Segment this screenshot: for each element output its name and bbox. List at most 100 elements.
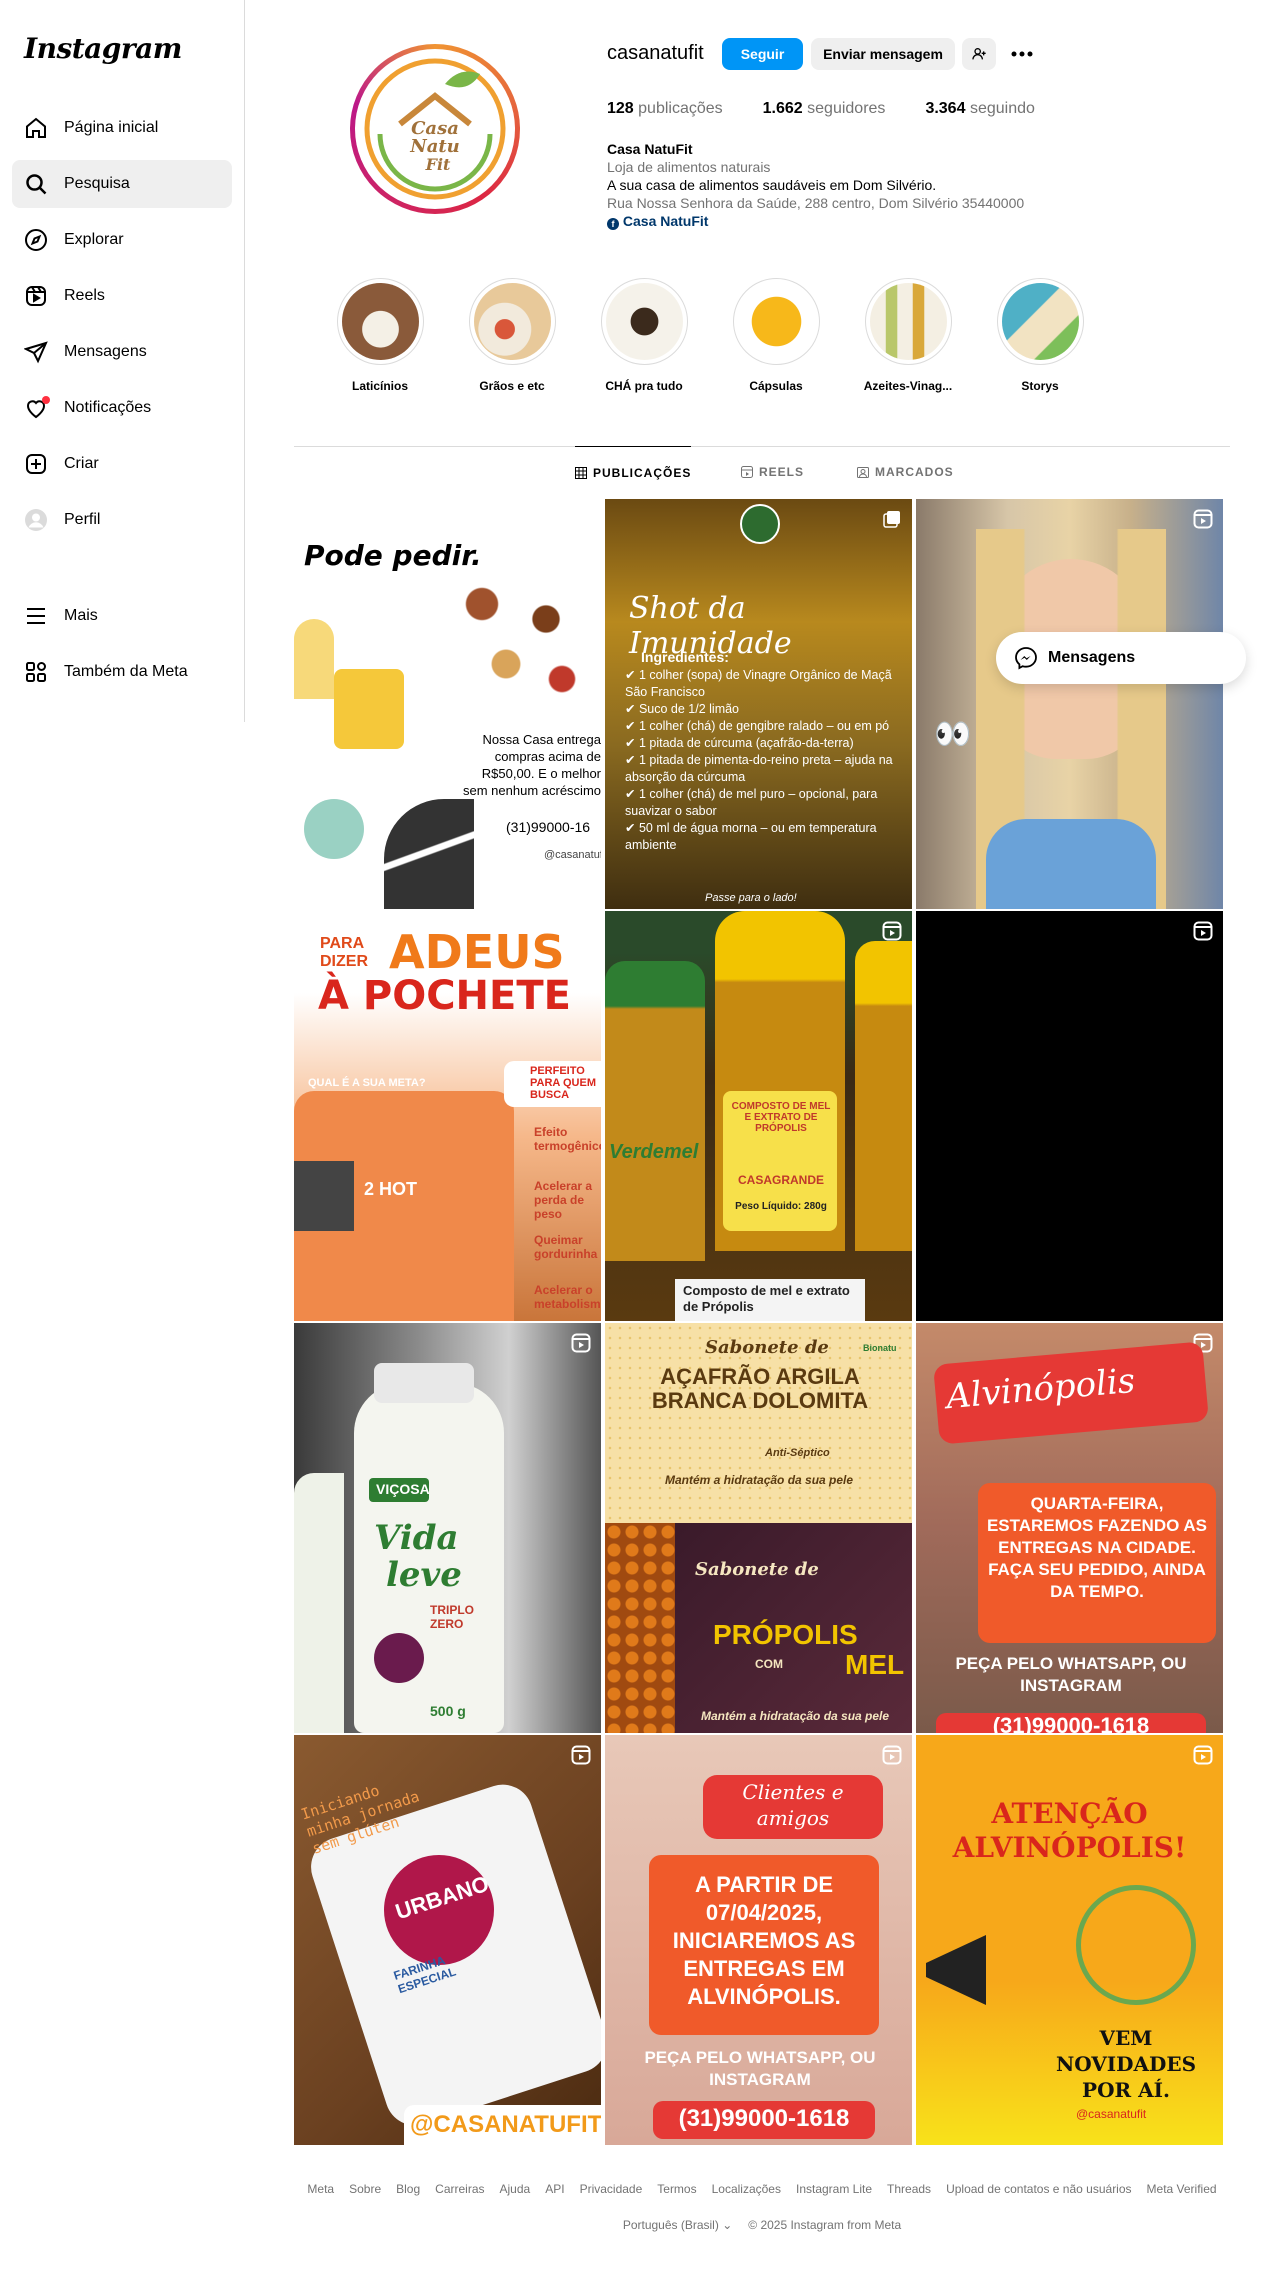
highlight-azeites[interactable]: Azeites-Vinag... xyxy=(858,278,958,393)
footer-link[interactable]: Meta Verified xyxy=(1147,2182,1217,2196)
post-top-title: Sabonete de xyxy=(705,1337,829,1358)
following-stat[interactable]: 3.364 seguindo xyxy=(925,100,1034,118)
tagged-icon xyxy=(857,467,869,478)
delivery-box-graphic xyxy=(334,669,404,749)
nav-explore[interactable]: Explorar xyxy=(12,216,232,264)
nav-reels[interactable]: Reels xyxy=(12,272,232,320)
footer-link[interactable]: API xyxy=(545,2182,564,2196)
highlight-storys[interactable]: Storys xyxy=(990,278,1090,393)
post-tile[interactable]: PARA DIZER ADEUS À POCHETE QUAL É A SUA … xyxy=(294,911,601,1321)
footer-link[interactable]: Upload de contatos e não usuários xyxy=(946,2182,1131,2196)
nav-notifications[interactable]: Notificações xyxy=(12,384,232,432)
search-icon xyxy=(24,172,48,196)
notification-dot xyxy=(42,396,50,404)
highlight-cha[interactable]: CHÁ pra tudo xyxy=(594,278,694,393)
reels-tab-icon xyxy=(741,466,753,478)
post-product: 2 HOT xyxy=(364,1179,418,1199)
post-top-foot: Mantém a hidratação da sua pele xyxy=(665,1473,854,1487)
post-phone: (31)99000-1618 xyxy=(992,1713,1150,1733)
post-tile[interactable]: Shot da Imunidade Ingredientes: ✔ 1 colh… xyxy=(605,499,912,909)
person-shirt xyxy=(986,819,1156,909)
nav-more[interactable]: Mais xyxy=(12,592,232,640)
post-top-sub: Anti-Séptico xyxy=(765,1447,830,1459)
nav-home[interactable]: Página inicial xyxy=(12,104,232,152)
post-tile[interactable] xyxy=(916,911,1223,1321)
messages-floating-button[interactable]: Mensagens xyxy=(996,632,1246,684)
footer-link[interactable]: Localizações xyxy=(712,2182,781,2196)
suggested-accounts-button[interactable] xyxy=(962,38,996,70)
nav-also-meta[interactable]: Também da Meta xyxy=(12,648,232,696)
highlight-capsulas[interactable]: Cápsulas xyxy=(726,278,826,393)
post-tile[interactable]: Sabonete de AÇAFRÃO ARGILA BRANCA DOLOMI… xyxy=(605,1323,912,1733)
footer-link[interactable]: Meta xyxy=(307,2182,334,2196)
profile-stats: 128 publicações 1.662 seguidores 3.364 s… xyxy=(607,100,1035,118)
highlight-cover xyxy=(473,283,551,360)
highlight-cover xyxy=(605,283,683,360)
footer-link[interactable]: Instagram Lite xyxy=(796,2182,872,2196)
post-tile[interactable]: Clientes e amigos A PARTIR DE 07/04/2025… xyxy=(605,1735,912,2145)
options-button[interactable] xyxy=(1006,38,1038,70)
post-tile[interactable]: 👀 xyxy=(916,499,1223,909)
highlight-graos[interactable]: Grãos e etc xyxy=(462,278,562,393)
jar-label-dark xyxy=(294,1161,354,1231)
post-bot-com: COM xyxy=(755,1657,783,1671)
post-item: Queimar gordurinha xyxy=(534,1233,598,1261)
footer-link[interactable]: Ajuda xyxy=(500,2182,531,2196)
nav-create[interactable]: Criar xyxy=(12,440,232,488)
post-cta: PEÇA PELO WHATSAPP, OU INSTAGRAM xyxy=(955,1654,1187,1695)
bottle-cap xyxy=(374,1363,474,1403)
post-tile[interactable]: Alvinópolis QUARTA-FEIRA, ESTAREMOS FAZE… xyxy=(916,1323,1223,1733)
tab-reels[interactable]: REELS xyxy=(741,446,804,498)
footer: Meta Sobre Blog Carreiras Ajuda API Priv… xyxy=(294,2182,1230,2232)
followers-stat[interactable]: 1.662 seguidores xyxy=(763,100,886,118)
post-name: Vida xyxy=(374,1518,459,1558)
plus-square-icon xyxy=(24,452,48,476)
footer-link[interactable]: Carreiras xyxy=(435,2182,484,2196)
post-badge: PERFEITO PARA QUEM BUSCA xyxy=(530,1065,596,1101)
sidebar: Instagram Página inicial Pesquisa Explor… xyxy=(0,0,245,722)
footer-link[interactable]: Blog xyxy=(396,2182,420,2196)
post-tile[interactable]: URBANO FARINHA ESPECIAL Iniciando minha … xyxy=(294,1735,601,2145)
follow-button[interactable]: Seguir xyxy=(722,38,803,70)
footer-link[interactable]: Privacidade xyxy=(580,2182,643,2196)
profile-avatar[interactable]: Casa Natu Fit xyxy=(350,44,520,214)
reel-icon xyxy=(1193,921,1213,941)
tab-posts[interactable]: PUBLICAÇÕES xyxy=(575,446,692,498)
fruit-graphic xyxy=(374,1633,424,1683)
footer-link[interactable]: Sobre xyxy=(349,2182,381,2196)
post-line1: PARA DIZER xyxy=(320,935,368,970)
nav-also-meta-label: Também da Meta xyxy=(64,663,188,680)
post-side: Verdemel xyxy=(609,1141,699,1163)
nav-home-label: Página inicial xyxy=(64,119,159,136)
tab-tagged[interactable]: MARCADOS xyxy=(857,446,954,498)
send-message-button[interactable]: Enviar mensagem xyxy=(811,38,955,70)
footer-links: Meta Sobre Blog Carreiras Ajuda API Priv… xyxy=(294,2182,1230,2196)
honey-bottle-right xyxy=(855,941,912,1251)
footer-link[interactable]: Threads xyxy=(887,2182,931,2196)
post-body: VEM NOVIDADES POR AÍ. xyxy=(1055,2026,1197,2102)
profile-username[interactable]: casanatufit xyxy=(607,42,704,65)
address[interactable]: Rua Nossa Senhora da Saúde, 288 centro, … xyxy=(607,194,1024,212)
post-bubble: Clientes e amigos xyxy=(742,1780,844,1830)
post-tile[interactable]: Pode pedir. Nossa Casa entrega compras a… xyxy=(294,499,601,909)
language-selector[interactable]: Português (Brasil) ⌄ xyxy=(623,2218,732,2232)
list-item: ✔ 1 colher (sopa) de Vinagre Orgânico de… xyxy=(625,668,892,699)
nav-search[interactable]: Pesquisa xyxy=(12,160,232,208)
nav-reels-label: Reels xyxy=(64,287,105,304)
instagram-logo[interactable]: Instagram xyxy=(24,32,182,65)
propolis-texture xyxy=(605,1523,675,1733)
add-person-icon xyxy=(972,48,986,60)
post-heading: Ingredientes: xyxy=(641,649,729,665)
post-brand: CASAGRANDE xyxy=(737,1173,824,1187)
nav-search-label: Pesquisa xyxy=(64,175,130,192)
post-bot-main: PRÓPOLIS xyxy=(713,1619,858,1650)
nav-profile[interactable]: Perfil xyxy=(12,496,232,544)
footer-link[interactable]: Termos xyxy=(657,2182,696,2196)
nav-messages-label: Mensagens xyxy=(64,343,147,360)
post-tile[interactable]: Verdemel COMPOSTO DE MEL E EXTRATO DE PR… xyxy=(605,911,912,1321)
post-tile[interactable]: VIÇOSA Vida leve TRIPLO ZERO 500 g xyxy=(294,1323,601,1733)
highlight-laticinios[interactable]: Laticínios xyxy=(330,278,430,393)
facebook-link[interactable]: f Casa NatuFit xyxy=(607,212,1024,230)
post-tile[interactable]: ATENÇÃO ALVINÓPOLIS! VEM NOVIDADES POR A… xyxy=(916,1735,1223,2145)
nav-messages[interactable]: Mensagens xyxy=(12,328,232,376)
